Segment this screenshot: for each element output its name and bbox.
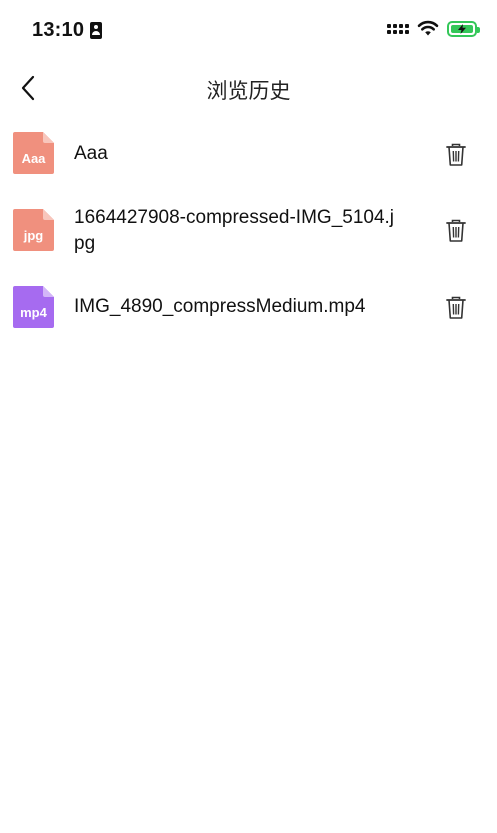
page-title: 浏览历史 xyxy=(206,79,291,103)
file-type-label: mp4 xyxy=(20,305,47,320)
list-item[interactable]: mp4 IMG_4890_compressMedium.mp4 xyxy=(0,268,497,344)
status-time-text: 13:10 xyxy=(32,19,85,41)
text-file-icon: Aaa xyxy=(13,132,54,174)
file-name: Aaa xyxy=(74,143,108,164)
wifi-icon xyxy=(417,20,439,36)
status-bar: 13:10 xyxy=(0,0,497,62)
trash-icon[interactable] xyxy=(445,219,467,243)
charging-bolt-icon xyxy=(458,23,466,34)
status-time: 13:10 xyxy=(32,19,103,42)
status-icons xyxy=(387,20,480,37)
person-badge-icon xyxy=(90,22,103,39)
list-item[interactable]: jpg 1664427908-compressed-IMG_5104.jpg xyxy=(0,192,497,268)
video-file-icon: mp4 xyxy=(13,286,54,328)
trash-icon[interactable] xyxy=(445,143,467,167)
battery-icon xyxy=(447,20,480,37)
file-name: 1664427908-compressed-IMG_5104.jpg xyxy=(74,207,395,254)
trash-icon[interactable] xyxy=(445,296,467,320)
file-list: Aaa Aaa jpg 1664427908-compressed-IMG_51… xyxy=(0,116,497,344)
list-item[interactable]: Aaa Aaa xyxy=(0,116,497,192)
image-file-icon: jpg xyxy=(13,209,54,251)
cellular-signal-icon xyxy=(387,23,409,34)
file-type-label: jpg xyxy=(23,228,44,243)
nav-bar: 浏览历史 xyxy=(0,62,497,114)
file-name: IMG_4890_compressMedium.mp4 xyxy=(74,296,366,317)
file-type-label: Aaa xyxy=(21,151,46,166)
